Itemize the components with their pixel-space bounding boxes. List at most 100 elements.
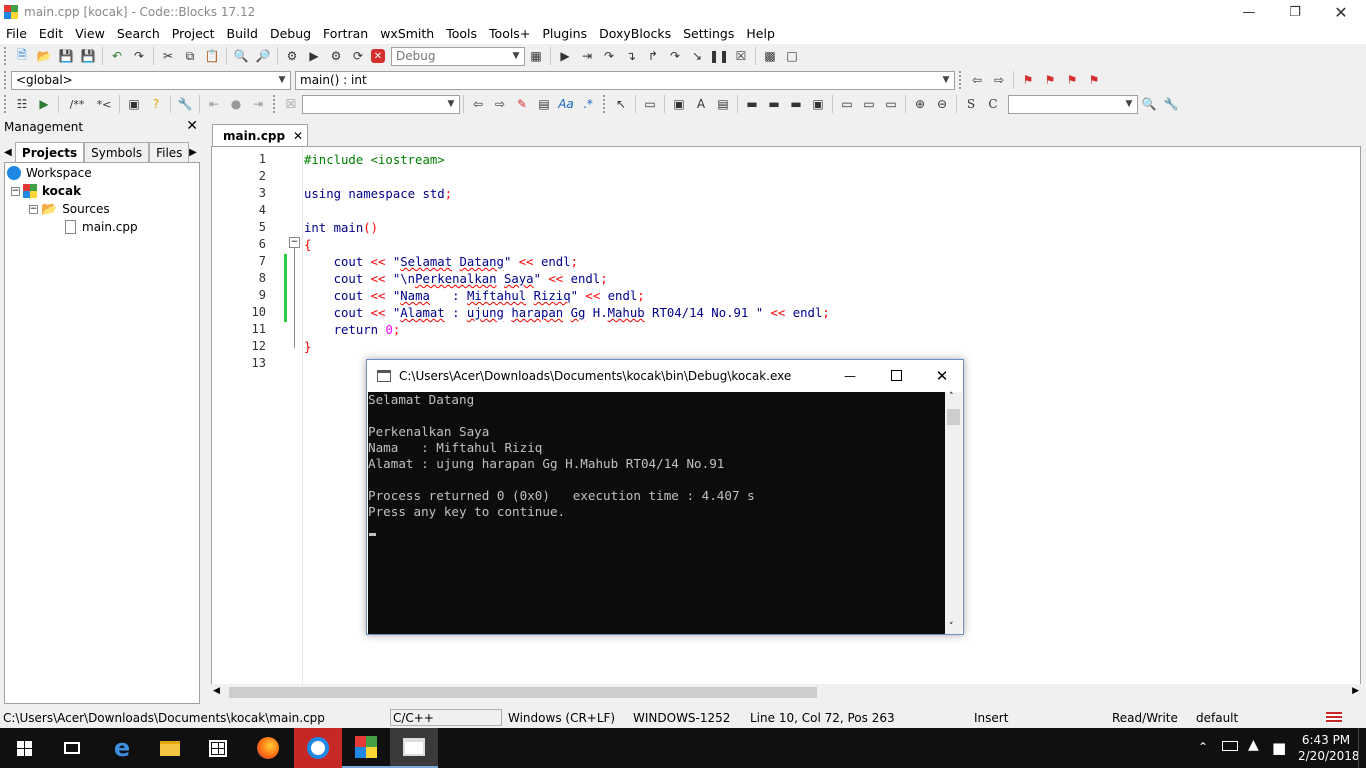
selected-text-icon[interactable]: ▤ xyxy=(535,95,553,113)
nav-start-icon[interactable]: ⇤ xyxy=(205,95,223,113)
copy-icon[interactable]: ⧉ xyxy=(181,47,199,65)
tab-projects[interactable]: Projects xyxy=(14,142,85,162)
line-comment-button[interactable]: *< xyxy=(94,95,114,113)
maximize-button[interactable] xyxy=(873,360,919,391)
nav-end-icon[interactable]: ⇥ xyxy=(249,95,267,113)
find-next-icon[interactable]: ⇨ xyxy=(491,95,509,113)
scroll-left-icon[interactable]: ◀ xyxy=(213,686,220,696)
toolbar-grip[interactable] xyxy=(4,95,8,113)
shape4-icon[interactable]: ▣ xyxy=(809,95,827,113)
step-instruction-icon[interactable]: ↘ xyxy=(688,47,706,65)
menu-plugins[interactable]: Plugins xyxy=(536,25,593,43)
zoom-out-icon[interactable]: ⊖ xyxy=(933,95,951,113)
pointer-icon[interactable]: ↖ xyxy=(612,95,630,113)
minimize-button[interactable]: — xyxy=(1226,0,1272,24)
rect2-icon[interactable]: ▭ xyxy=(860,95,878,113)
text-icon[interactable]: A xyxy=(692,95,710,113)
codeblocks-taskbar-icon[interactable] xyxy=(342,728,390,768)
abort-icon[interactable]: ✕ xyxy=(371,49,385,63)
toolbar-grip[interactable] xyxy=(959,71,963,89)
start-button[interactable] xyxy=(0,728,48,768)
tree-file[interactable]: main.cpp xyxy=(65,218,138,236)
redo-icon[interactable]: ↷ xyxy=(130,47,148,65)
active-app-icon[interactable] xyxy=(294,728,342,768)
menu-search[interactable]: Search xyxy=(111,25,166,43)
clear-search-icon[interactable]: ☒ xyxy=(282,95,300,113)
build-run-icon[interactable]: ⚙ xyxy=(327,47,345,65)
frame-icon[interactable]: ▭ xyxy=(641,95,659,113)
wifi-icon[interactable]: ▲ xyxy=(1248,737,1259,753)
chm-docs-icon[interactable]: ? xyxy=(147,95,165,113)
maximize-button[interactable]: ❐ xyxy=(1272,0,1318,24)
next-instruction-icon[interactable]: ↷ xyxy=(666,47,684,65)
new-file-icon[interactable]: 🗎 xyxy=(13,47,31,65)
step-out-icon[interactable]: ↱ xyxy=(644,47,662,65)
block-icon[interactable]: ▤ xyxy=(714,95,732,113)
block-comment-button[interactable]: /** xyxy=(64,95,90,113)
menu-tools[interactable]: Tools xyxy=(440,25,483,43)
find-combo[interactable]: ▼ xyxy=(1008,94,1138,114)
store-icon[interactable] xyxy=(194,728,242,768)
run-icon[interactable]: ▶ xyxy=(305,47,323,65)
find-icon[interactable]: 🔍 xyxy=(232,47,250,65)
menu-edit[interactable]: Edit xyxy=(33,25,69,43)
jump-forward-icon[interactable]: ⇨ xyxy=(990,71,1008,89)
c-icon[interactable]: C xyxy=(984,95,1002,113)
tab-scroll-right-icon[interactable]: ▶ xyxy=(189,142,200,162)
minimize-button[interactable]: — xyxy=(827,360,873,391)
rebuild-icon[interactable]: ⟳ xyxy=(349,47,367,65)
search-combo[interactable]: ▼ xyxy=(302,94,460,114)
firefox-icon[interactable] xyxy=(244,728,292,768)
doxywizard-icon[interactable]: ☷ xyxy=(13,95,31,113)
close-button[interactable]: ✕ xyxy=(1318,0,1364,24)
debug-run-icon[interactable]: ▶ xyxy=(556,47,574,65)
image-icon[interactable]: ▣ xyxy=(670,95,688,113)
zoom-in-icon[interactable]: ⊕ xyxy=(911,95,929,113)
menu-project[interactable]: Project xyxy=(166,25,221,43)
nav-dot-icon[interactable]: ● xyxy=(227,95,245,113)
horizontal-scrollbar[interactable]: ◀ ▶ xyxy=(211,684,1361,701)
collapse-icon[interactable]: − xyxy=(11,186,20,196)
fold-icon[interactable]: − xyxy=(289,237,300,248)
open-file-icon[interactable]: 📂 xyxy=(35,47,53,65)
scroll-thumb[interactable] xyxy=(947,409,960,425)
shape2-icon[interactable]: ▬ xyxy=(765,95,783,113)
search-icon[interactable]: 🔍 xyxy=(1140,95,1158,113)
scroll-thumb[interactable] xyxy=(229,687,817,698)
pause-icon[interactable]: ❚❚ xyxy=(709,47,729,65)
toolbar-grip[interactable] xyxy=(4,71,8,89)
scroll-right-icon[interactable]: ▶ xyxy=(1352,686,1359,696)
jump-back-icon[interactable]: ⇦ xyxy=(968,71,986,89)
next-line-icon[interactable]: ↷ xyxy=(600,47,618,65)
debug-info-icon[interactable]: □ xyxy=(783,47,801,65)
console-taskbar-icon[interactable] xyxy=(390,728,438,768)
wrench-icon[interactable]: 🔧 xyxy=(176,95,194,113)
html-docs-icon[interactable]: ▣ xyxy=(125,95,143,113)
regex-icon[interactable]: .* xyxy=(579,95,597,113)
file-explorer-icon[interactable] xyxy=(146,728,194,768)
clock[interactable]: 6:43 PM 2/20/2018 xyxy=(1298,732,1360,764)
toolbar-grip[interactable] xyxy=(603,95,607,113)
paste-icon[interactable]: 📋 xyxy=(203,47,221,65)
match-case-icon[interactable]: Aa xyxy=(557,95,575,113)
rect1-icon[interactable]: ▭ xyxy=(838,95,856,113)
step-into-icon[interactable]: ↴ xyxy=(622,47,640,65)
close-button[interactable]: ✕ xyxy=(919,360,965,391)
menu-build[interactable]: Build xyxy=(221,25,264,43)
stop-debug-icon[interactable]: ☒ xyxy=(732,47,750,65)
save-icon[interactable]: 💾 xyxy=(57,47,75,65)
find-prev-icon[interactable]: ⇦ xyxy=(469,95,487,113)
toolbar-grip[interactable] xyxy=(273,95,277,113)
bookmark-toggle-icon[interactable]: ⚑ xyxy=(1019,71,1037,89)
tab-symbols[interactable]: Symbols xyxy=(84,142,150,162)
bookmark-next-icon[interactable]: ⚑ xyxy=(1063,71,1081,89)
settings-wrench-icon[interactable]: 🔧 xyxy=(1162,95,1180,113)
scroll-down-icon[interactable]: ˅ xyxy=(949,622,954,632)
tree-folder[interactable]: − 📂 Sources xyxy=(29,200,110,218)
tree-project[interactable]: − kocak xyxy=(11,182,81,200)
bookmark-clear-icon[interactable]: ⚑ xyxy=(1085,71,1103,89)
battery-icon[interactable] xyxy=(1222,741,1238,751)
menu-fortran[interactable]: Fortran xyxy=(317,25,374,43)
scope-select[interactable]: <global> ▼ xyxy=(11,70,291,90)
debug-windows-icon[interactable]: ▩ xyxy=(761,47,779,65)
